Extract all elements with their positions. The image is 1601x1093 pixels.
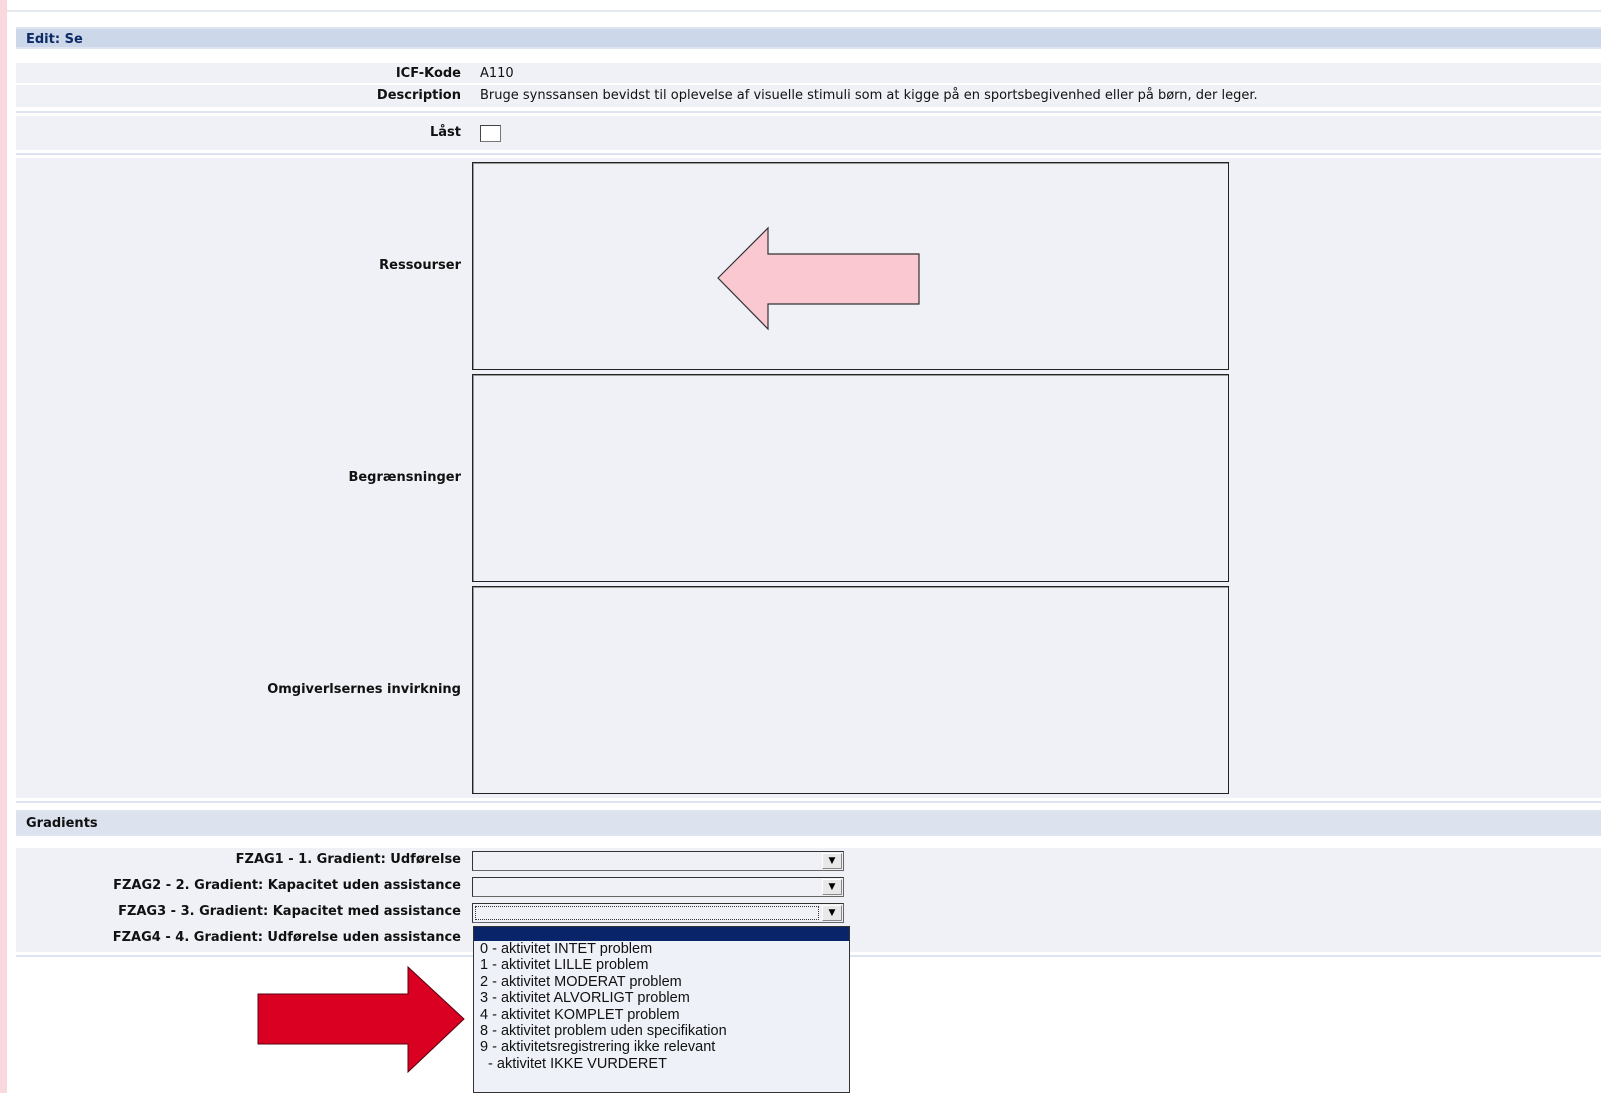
dropdown-highlighted-empty-option[interactable] — [474, 927, 849, 941]
top-bar — [7, 0, 1601, 12]
icf-code-label: ICF-Kode — [395, 66, 461, 81]
locked-row: Låst — [16, 116, 1601, 150]
icf-code-row: ICF-Kode A110 — [16, 63, 1601, 83]
dropdown-option[interactable]: 9 - aktivitetsregistrering ikke relevant — [474, 1039, 849, 1055]
icf-code-value: A110 — [480, 66, 514, 81]
gradient-3-dropdown-list[interactable]: 0 - aktivitet INTET problem 1 - aktivite… — [473, 926, 850, 1093]
dropdown-option[interactable]: 1 - aktivitet LILLE problem — [474, 957, 849, 973]
chevron-down-icon[interactable]: ▼ — [822, 879, 842, 895]
dropdown-option[interactable]: 4 - aktivitet KOMPLET problem — [474, 1007, 849, 1023]
gradients-title: Gradients — [26, 816, 98, 831]
dropdown-option[interactable]: 3 - aktivitet ALVORLIGT problem — [474, 990, 849, 1006]
dropdown-option[interactable]: 2 - aktivitet MODERAT problem — [474, 974, 849, 990]
environment-label: Omgiverlsernes invirkning — [267, 682, 461, 697]
gradient-2-select[interactable]: ▼ — [472, 877, 844, 897]
gradient-2-label: FZAG2 - 2. Gradient: Kapacitet uden assi… — [113, 878, 461, 893]
gradient-1-label: FZAG1 - 1. Gradient: Udførelse — [235, 852, 461, 867]
divider — [16, 153, 1601, 155]
resources-label: Ressourser — [379, 258, 461, 273]
dropdown-option[interactable]: 0 - aktivitet INTET problem — [474, 941, 849, 957]
description-row: Description Bruge synssansen bevidst til… — [16, 85, 1601, 107]
chevron-down-icon[interactable]: ▼ — [822, 853, 842, 869]
gradients-header: Gradients — [16, 810, 1601, 836]
locked-label: Låst — [429, 125, 461, 140]
page-left-margin — [0, 0, 7, 1093]
divider — [16, 801, 1601, 803]
edit-section-title: Edit: Se — [26, 32, 83, 47]
gradient-3-select[interactable]: ▼ — [472, 903, 844, 923]
pink-left-arrow-icon — [717, 226, 920, 331]
divider — [16, 111, 1601, 113]
locked-checkbox[interactable] — [480, 125, 501, 142]
description-value: Bruge synssansen bevidst til oplevelse a… — [480, 88, 1258, 103]
gradient-1-select[interactable]: ▼ — [472, 851, 844, 871]
dropdown-option[interactable]: - aktivitet IKKE VURDERET — [474, 1056, 849, 1072]
environment-textarea[interactable] — [472, 586, 1229, 794]
limitations-label: Begrænsninger — [348, 470, 461, 485]
limitations-textarea[interactable] — [472, 374, 1229, 582]
gradient-4-label: FZAG4 - 4. Gradient: Udførelse uden assi… — [112, 930, 461, 945]
chevron-down-icon[interactable]: ▼ — [822, 905, 842, 921]
description-label: Description — [376, 88, 461, 103]
red-right-arrow-icon — [257, 966, 465, 1073]
gradient-3-label: FZAG3 - 3. Gradient: Kapacitet med assis… — [118, 904, 461, 919]
focus-ring — [475, 906, 819, 920]
edit-section-header: Edit: Se — [16, 27, 1601, 49]
dropdown-option[interactable]: 8 - aktivitet problem uden specifikation — [474, 1023, 849, 1039]
